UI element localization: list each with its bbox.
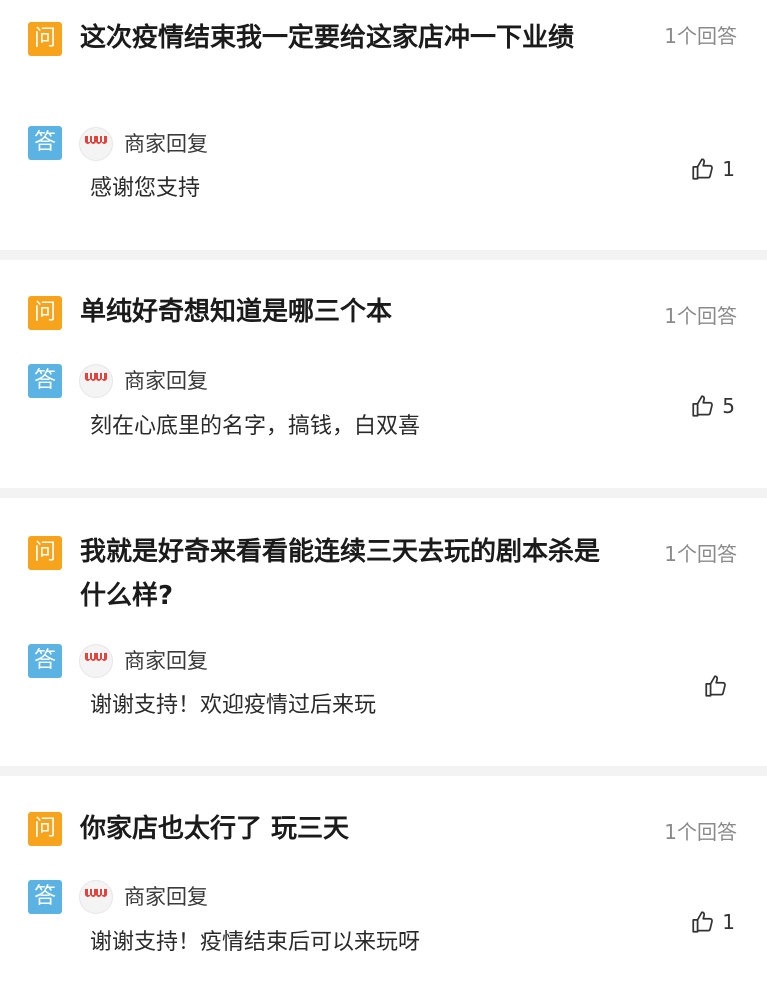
answer-count[interactable]: 1个回答 [664, 538, 737, 567]
question-badge: 问 [28, 536, 62, 570]
like-count: 1 [722, 910, 735, 934]
merchant-avatar [79, 644, 113, 678]
like-count: 5 [722, 394, 735, 418]
like-button[interactable]: 5 [690, 393, 735, 419]
thumbs-up-icon [705, 675, 726, 697]
reply-text: 谢谢支持！疫情结束后可以来玩呀 [90, 930, 421, 955]
like-button[interactable] [703, 673, 735, 699]
question-badge: 问 [28, 812, 62, 846]
merchant-reply-label: 商家回复 [124, 132, 208, 156]
merchant-storefront-icon [85, 653, 107, 661]
answer-count[interactable]: 1个回答 [664, 300, 737, 329]
qa-card[interactable]: 问 你家店也太行了 玩三天 1个回答 答 商家回复 谢谢支持！疫情结束后可以来玩… [0, 776, 767, 1000]
merchant-reply-label: 商家回复 [124, 649, 208, 673]
thumbs-up-icon [692, 911, 714, 933]
answer-badge: 答 [28, 364, 62, 398]
question-text[interactable]: 你家店也太行了 玩三天 [80, 807, 600, 851]
question-text[interactable]: 我就是好奇来看看能连续三天去玩的剧本杀是什么样? [80, 530, 600, 618]
reply-text: 谢谢支持！欢迎疫情过后来玩 [90, 693, 377, 718]
answer-badge: 答 [28, 880, 62, 914]
card-separator [0, 488, 767, 498]
question-badge: 问 [28, 296, 62, 330]
merchant-avatar [79, 880, 113, 914]
qa-card[interactable]: 问 我就是好奇来看看能连续三天去玩的剧本杀是什么样? 1个回答 答 商家回复 谢… [0, 498, 767, 766]
card-separator [0, 250, 767, 260]
merchant-avatar [79, 127, 113, 161]
answer-badge: 答 [28, 126, 62, 160]
like-button[interactable]: 1 [690, 909, 735, 935]
qa-list: 问 这次疫情结束我一定要给这家店冲一下业绩 1个回答 答 商家回复 感谢您支持 … [0, 0, 767, 1000]
thumbs-up-icon [692, 395, 714, 417]
question-text[interactable]: 这次疫情结束我一定要给这家店冲一下业绩 [80, 16, 600, 60]
merchant-avatar [79, 364, 113, 398]
merchant-storefront-icon [85, 373, 107, 381]
thumbs-up-icon [692, 158, 714, 180]
question-text[interactable]: 单纯好奇想知道是哪三个本 [80, 290, 600, 334]
qa-card[interactable]: 问 这次疫情结束我一定要给这家店冲一下业绩 1个回答 答 商家回复 感谢您支持 … [0, 0, 767, 250]
answer-count[interactable]: 1个回答 [664, 816, 737, 845]
answer-badge: 答 [28, 644, 62, 678]
merchant-reply-label: 商家回复 [124, 885, 208, 909]
reply-text: 刻在心底里的名字，搞钱，白双喜 [90, 414, 421, 439]
like-count: 1 [722, 157, 735, 181]
merchant-storefront-icon [85, 136, 107, 144]
card-separator [0, 766, 767, 776]
merchant-storefront-icon [85, 889, 107, 897]
merchant-reply-label: 商家回复 [124, 369, 208, 393]
like-button[interactable]: 1 [690, 156, 735, 182]
qa-card[interactable]: 问 单纯好奇想知道是哪三个本 1个回答 答 商家回复 刻在心底里的名字，搞钱，白… [0, 260, 767, 488]
question-badge: 问 [28, 22, 62, 56]
answer-count[interactable]: 1个回答 [664, 20, 737, 49]
reply-text: 感谢您支持 [90, 176, 201, 201]
